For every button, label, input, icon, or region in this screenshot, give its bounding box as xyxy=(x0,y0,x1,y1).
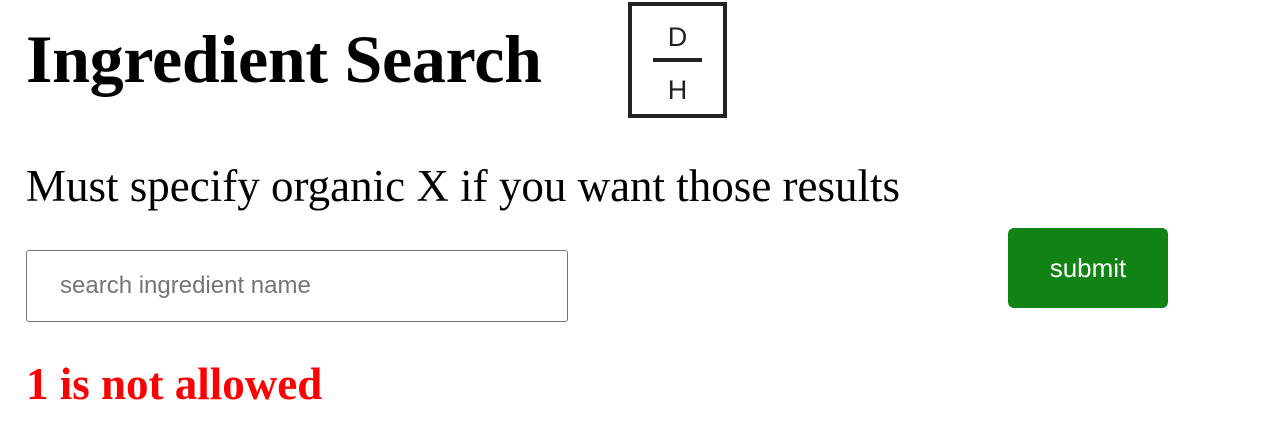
dh-logo-icon: D H xyxy=(628,2,727,118)
page-title: Ingredient Search xyxy=(26,21,542,97)
submit-button[interactable]: submit xyxy=(1008,228,1168,308)
error-message: 1 is not allowed xyxy=(26,359,323,409)
search-instructions: Must specify organic X if you want those… xyxy=(26,161,901,211)
search-input[interactable] xyxy=(26,250,568,322)
logo-bottom-letter: H xyxy=(668,75,688,105)
logo-top-letter: D xyxy=(668,22,688,52)
